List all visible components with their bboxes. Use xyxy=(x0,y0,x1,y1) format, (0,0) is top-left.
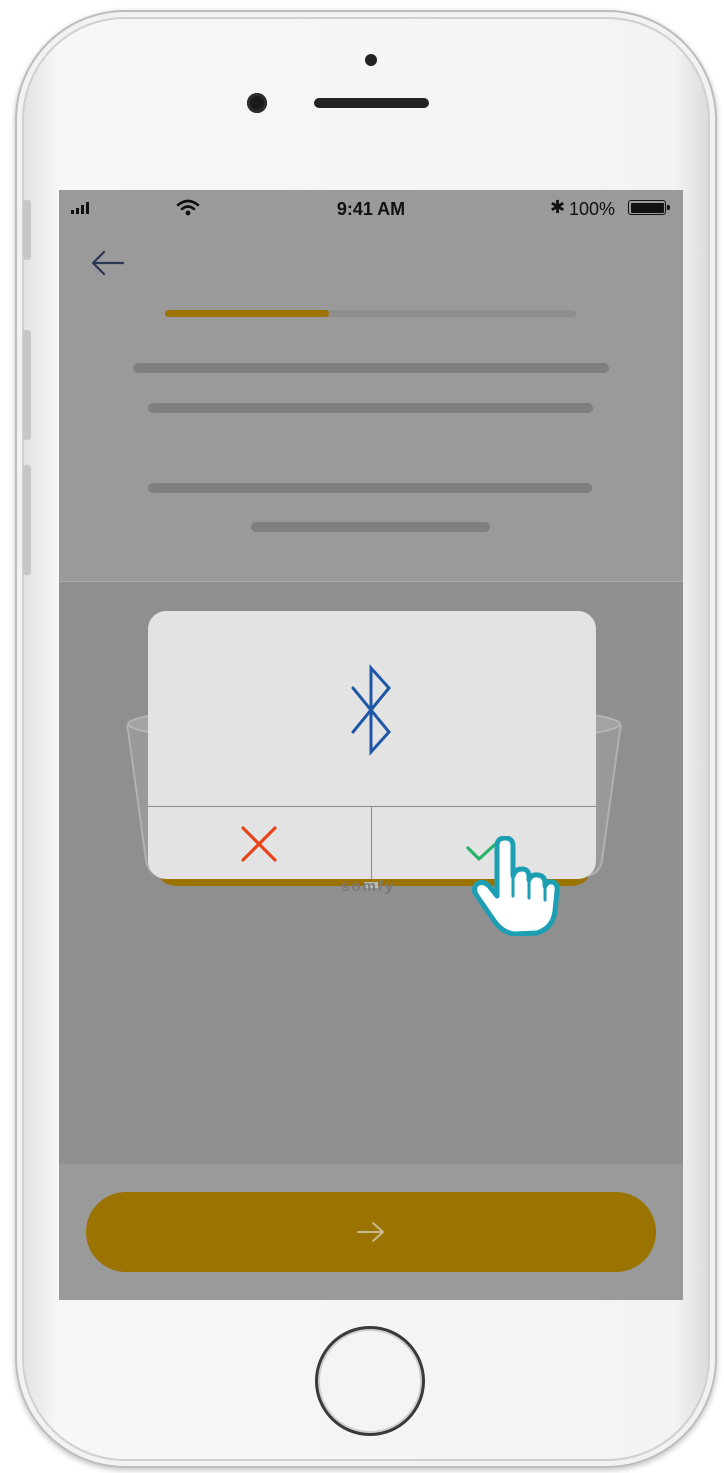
placeholder-text-line xyxy=(148,483,592,493)
bluetooth-icon xyxy=(351,664,391,756)
cancel-button[interactable] xyxy=(148,807,371,879)
app-screen: 9:41 AM ✱ 100% somfy xyxy=(59,190,683,1300)
earpiece-speaker xyxy=(314,98,429,108)
dialog-content xyxy=(148,611,596,806)
back-arrow-icon[interactable] xyxy=(89,248,125,278)
arrow-right-icon xyxy=(357,1222,384,1242)
battery-icon xyxy=(628,200,670,215)
status-bar: 9:41 AM ✱ 100% xyxy=(59,190,683,226)
home-button[interactable] xyxy=(315,1326,425,1436)
close-icon xyxy=(241,826,277,862)
proximity-sensor xyxy=(365,54,377,66)
next-button[interactable] xyxy=(86,1192,656,1272)
battery-percentage: 100% xyxy=(569,199,616,219)
front-camera xyxy=(247,93,267,113)
mute-switch xyxy=(23,200,31,260)
tap-pointer-hand-icon xyxy=(472,836,560,936)
volume-up-button xyxy=(23,330,31,440)
onboarding-progress-bar xyxy=(165,310,576,317)
bluetooth-status-icon: ✱ xyxy=(550,197,566,217)
placeholder-text-line xyxy=(148,403,593,413)
volume-down-button xyxy=(23,465,31,575)
brand-logo: somfy xyxy=(341,878,396,895)
placeholder-text-line xyxy=(251,522,490,532)
placeholder-text-line xyxy=(133,363,609,373)
progress-bar-fill xyxy=(165,310,330,317)
